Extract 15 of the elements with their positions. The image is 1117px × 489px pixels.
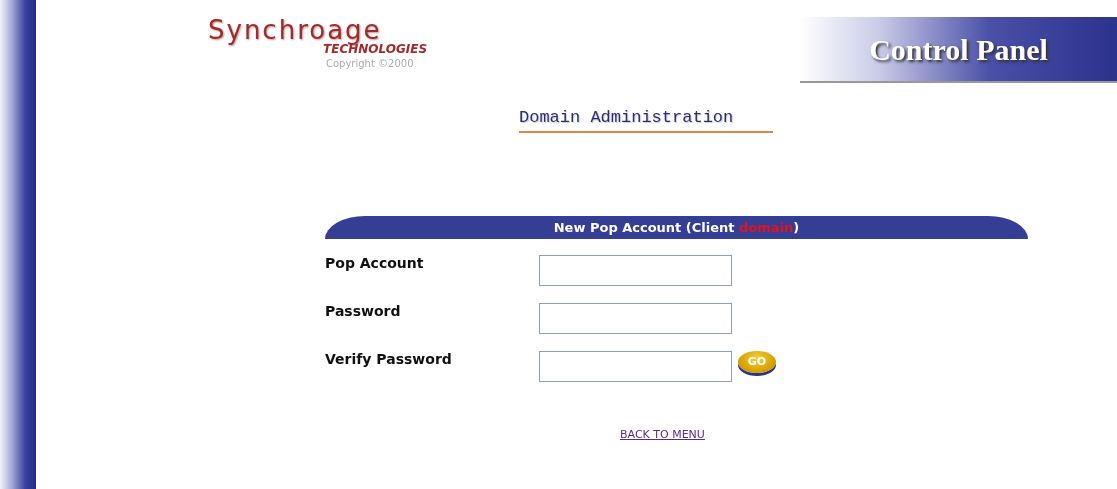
client-domain: domain [739,219,794,235]
input-field[interactable] [539,302,732,334]
field-label: Verify Password [325,349,453,369]
field-label: Password [325,301,402,321]
input-field[interactable] [539,350,732,382]
form-title: New Pop Account (Client [553,219,735,235]
logo-name: Synchroage [208,17,382,43]
back-link[interactable]: BACK TO MENU [620,426,705,443]
copyright-text: Copyright ©2000 [326,57,414,72]
logo-tagline: TECHNOLOGIES [323,43,428,57]
field-label: Pop Account [325,253,425,273]
input-field[interactable] [539,254,732,286]
form-title-end: ) [793,219,800,235]
banner-title: Control Panel [869,31,1048,68]
page-title: Domain Administration [519,105,774,133]
